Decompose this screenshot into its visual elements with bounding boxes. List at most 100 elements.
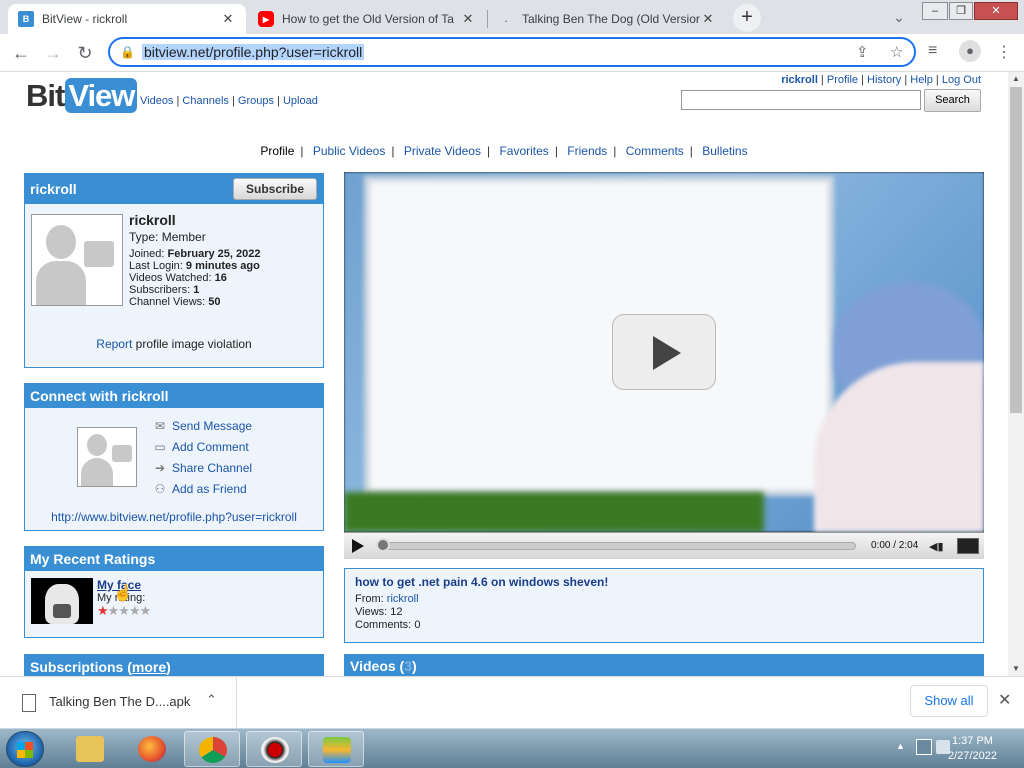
app-taskbar-icon[interactable] xyxy=(246,731,302,767)
video-author-link[interactable]: rickroll xyxy=(387,593,419,605)
address-bar[interactable]: 🔒 bitview.net/profile.php?user=rickroll … xyxy=(108,37,916,67)
tab-favorites[interactable]: Favorites xyxy=(499,144,548,158)
bookmark-star-icon[interactable]: ☆ xyxy=(890,43,903,61)
media-control-icon[interactable]: ≡ xyxy=(928,42,937,60)
close-window-button[interactable]: ✕ xyxy=(974,2,1018,20)
video-title[interactable]: how to get .net pain 4.6 on windows shev… xyxy=(355,576,973,589)
channel-url-link[interactable]: http://www.bitview.net/profile.php?user=… xyxy=(51,510,297,524)
site-nav: Videos | Channels | Groups | Upload xyxy=(140,95,318,107)
tab-title: How to get the Old Version of Ta xyxy=(282,12,454,26)
bitview-logo[interactable]: Bit View xyxy=(26,78,138,114)
volume-icon[interactable]: ◀▮ xyxy=(929,540,944,553)
share-channel-link[interactable]: ➔ Share Channel xyxy=(151,461,252,475)
logout-link[interactable]: Log Out xyxy=(942,74,981,86)
show-all-button[interactable]: Show all xyxy=(910,685,988,717)
back-icon[interactable]: ← xyxy=(8,40,34,66)
chevron-up-icon[interactable]: ⌃ xyxy=(206,692,217,708)
start-button[interactable] xyxy=(6,731,44,767)
profile-link[interactable]: Profile xyxy=(827,74,858,86)
report-link[interactable]: Report xyxy=(96,337,132,351)
bluestacks-taskbar-icon[interactable] xyxy=(308,731,364,767)
tab-bitview[interactable]: B BitView - rickroll ✕ xyxy=(8,4,246,34)
profile-last-login: Last Login: 9 minutes ago xyxy=(129,260,260,272)
videos-count[interactable]: 3 xyxy=(404,658,412,674)
tab-talking-ben[interactable]: . Talking Ben The Dog (Old Versior ✕ xyxy=(488,4,726,34)
tab-bulletins[interactable]: Bulletins xyxy=(702,144,747,158)
subscribe-button[interactable]: Subscribe xyxy=(233,178,317,200)
tab-search-icon[interactable]: ⌄ xyxy=(886,4,912,30)
url-text[interactable]: bitview.net/profile.php?user=rickroll xyxy=(142,44,365,60)
tab-title: BitView - rickroll xyxy=(42,12,128,26)
report-text: profile image violation xyxy=(132,337,252,351)
tab-friends[interactable]: Friends xyxy=(567,144,607,158)
user-link[interactable]: rickroll xyxy=(781,74,818,86)
chrome-taskbar-icon[interactable] xyxy=(184,731,240,767)
seek-handle[interactable] xyxy=(376,538,390,552)
user-links: rickroll | Profile | History | Help | Lo… xyxy=(781,74,981,86)
help-link[interactable]: Help xyxy=(910,74,933,86)
avatar[interactable] xyxy=(31,214,123,306)
profile-subscribers: Subscribers: 1 xyxy=(129,284,200,296)
avatar-small[interactable] xyxy=(77,427,137,487)
nav-upload[interactable]: Upload xyxy=(283,95,318,107)
nav-channels[interactable]: Channels xyxy=(182,95,228,107)
download-bar: Talking Ben The D....apk ⌃ Show all ✕ xyxy=(0,676,1024,729)
profile-icon[interactable]: ● xyxy=(959,40,981,62)
send-message-link[interactable]: ✉ Send Message xyxy=(151,419,252,433)
reload-icon[interactable]: ↻ xyxy=(72,40,98,66)
profile-info: rickroll Type: Member Joined: February 2… xyxy=(129,213,261,308)
firefox-taskbar-icon[interactable] xyxy=(124,731,180,767)
big-play-icon[interactable] xyxy=(612,314,716,390)
menu-kebab-icon[interactable]: ⋮ xyxy=(996,42,1012,62)
close-tab-icon[interactable]: ✕ xyxy=(220,11,236,27)
fullscreen-icon[interactable] xyxy=(957,538,979,554)
clock-time: 1:37 PM xyxy=(951,735,993,747)
play-icon[interactable] xyxy=(352,539,364,553)
forward-icon[interactable]: → xyxy=(40,40,66,66)
scroll-up-icon[interactable]: ▲ xyxy=(1008,72,1024,86)
scroll-thumb[interactable] xyxy=(1010,87,1022,413)
profile-type: Type: Member xyxy=(129,230,206,244)
explorer-taskbar-icon[interactable] xyxy=(62,731,118,767)
subscriptions-more-link[interactable]: more xyxy=(132,659,166,675)
tab-youtube[interactable]: ▶ How to get the Old Version of Ta ✕ xyxy=(248,4,486,34)
network-icon[interactable] xyxy=(916,739,932,755)
profile-channel-views: Channel Views: 50 xyxy=(129,296,221,308)
history-link[interactable]: History xyxy=(867,74,901,86)
profile-box-header: rickroll Subscribe xyxy=(25,174,323,204)
download-filename[interactable]: Talking Ben The D....apk xyxy=(49,694,190,709)
video-comments: Comments: 0 xyxy=(355,619,421,631)
rated-video-thumbnail[interactable] xyxy=(31,578,93,624)
tab-profile[interactable]: Profile xyxy=(260,144,294,158)
share-icon[interactable]: ⇪ xyxy=(856,43,869,61)
scroll-down-icon[interactable]: ▼ xyxy=(1008,662,1024,676)
nav-videos[interactable]: Videos xyxy=(140,95,173,107)
add-comment-link[interactable]: ▭ Add Comment xyxy=(151,440,248,454)
clock[interactable]: 1:37 PM 2/27/2022 xyxy=(948,734,997,764)
close-icon[interactable]: ✕ xyxy=(998,690,1011,710)
player-controls: 0:00 / 2:04 ◀▮ xyxy=(344,532,984,559)
nav-groups[interactable]: Groups xyxy=(238,95,274,107)
page-scrollbar[interactable]: ▲ ▼ xyxy=(1008,72,1024,676)
search-button[interactable]: Search xyxy=(924,89,981,112)
show-hidden-icons[interactable]: ▲ xyxy=(896,741,905,751)
tab-public-videos[interactable]: Public Videos xyxy=(313,144,386,158)
maximize-button[interactable]: ❐ xyxy=(949,2,973,20)
tab-private-videos[interactable]: Private Videos xyxy=(404,144,481,158)
clock-date: 2/27/2022 xyxy=(948,750,997,762)
minimize-button[interactable]: – xyxy=(922,2,948,20)
new-tab-button[interactable]: + xyxy=(733,4,761,32)
add-friend-link[interactable]: ⚇ Add as Friend xyxy=(151,482,247,496)
tab-comments[interactable]: Comments xyxy=(626,144,684,158)
report-line: Report profile image violation xyxy=(25,337,323,351)
channel-url[interactable]: http://www.bitview.net/profile.php?user=… xyxy=(25,510,323,524)
close-tab-icon[interactable]: ✕ xyxy=(700,11,716,27)
profile-joined: Joined: February 25, 2022 xyxy=(129,248,261,260)
logo-bit-text: Bit xyxy=(26,78,65,113)
video-player[interactable]: 0:00 / 2:04 ◀▮ xyxy=(344,172,984,559)
people-icon: ⚇ xyxy=(154,482,166,496)
connect-box-header: Connect with rickroll xyxy=(25,384,323,408)
close-tab-icon[interactable]: ✕ xyxy=(460,11,476,27)
search-input[interactable] xyxy=(681,90,921,110)
seek-bar[interactable] xyxy=(378,542,856,550)
